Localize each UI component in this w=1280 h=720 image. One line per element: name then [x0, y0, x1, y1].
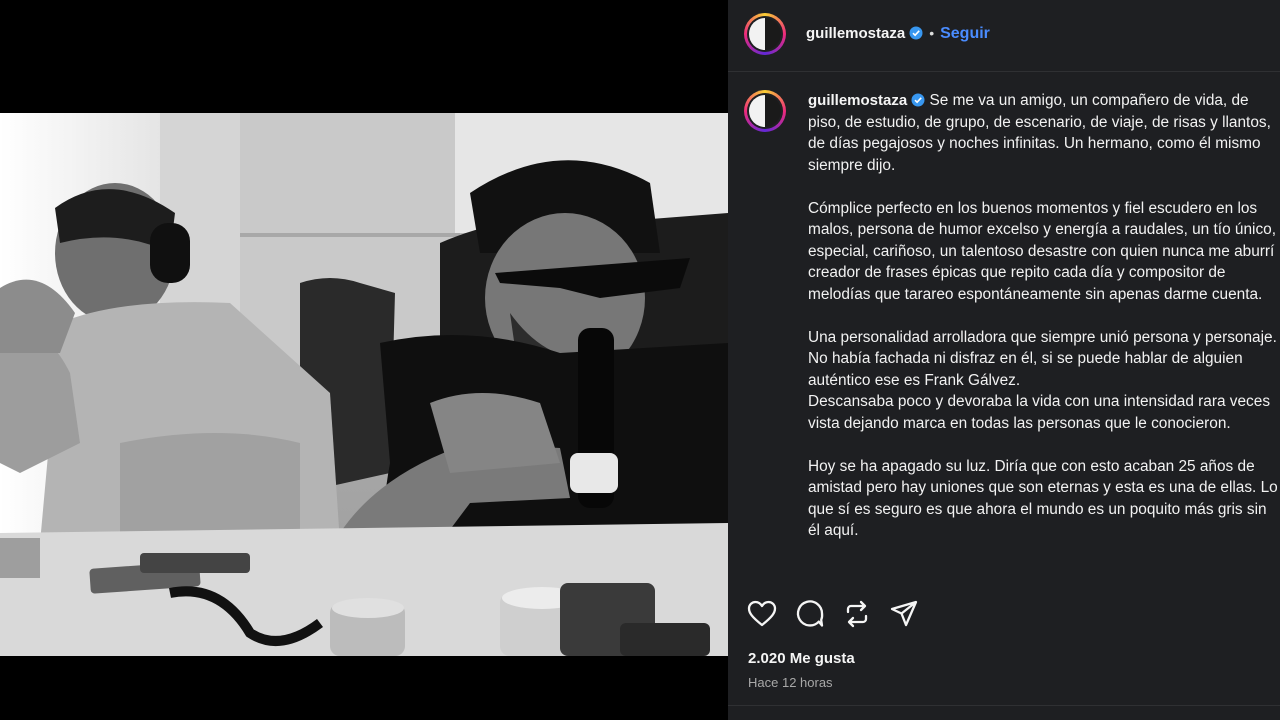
post-header: guillemostaza • Seguir: [728, 0, 1280, 72]
caption-username[interactable]: guillemostaza: [808, 92, 907, 109]
post-panel: guillemostaza • Seguir guillemostaza Se me…: [728, 0, 1280, 720]
action-bar: [746, 598, 946, 632]
caption-paragraph: Descansaba poco y devoraba la vida con u…: [808, 393, 1271, 432]
header-username[interactable]: guillemostaza: [806, 25, 905, 42]
avatar-image: [749, 18, 781, 50]
share-icon[interactable]: [888, 598, 920, 630]
post-caption: guillemostaza Se me va un amigo, un comp…: [808, 90, 1278, 542]
post-timestamp[interactable]: Hace 12 horas: [748, 675, 833, 690]
caption-avatar[interactable]: [744, 90, 786, 132]
comment-icon[interactable]: [794, 598, 826, 630]
follow-button[interactable]: Seguir: [940, 25, 990, 42]
caption-paragraph: Cómplice perfecto en los buenos momentos…: [808, 199, 1276, 303]
caption-paragraph: guillemostaza Se me va un amigo, un comp…: [808, 90, 1278, 176]
caption-paragraph: Hoy se ha apagado su luz. Diría que con …: [808, 457, 1278, 540]
post-photo[interactable]: [0, 113, 728, 656]
verified-icon: [911, 93, 925, 107]
header-separator: •: [929, 25, 935, 41]
avatar-image: [749, 95, 781, 127]
header-author-line: guillemostaza • Seguir: [806, 25, 990, 43]
repost-icon[interactable]: [841, 598, 873, 630]
divider: [728, 705, 1280, 706]
author-avatar[interactable]: [744, 13, 786, 55]
likes-count[interactable]: 2.020 Me gusta: [748, 650, 855, 667]
caption-paragraph: Una personalidad arrolladora que siempre…: [808, 328, 1277, 389]
post-media: [0, 0, 728, 720]
verified-icon: [909, 26, 923, 40]
heart-icon[interactable]: [746, 598, 778, 630]
